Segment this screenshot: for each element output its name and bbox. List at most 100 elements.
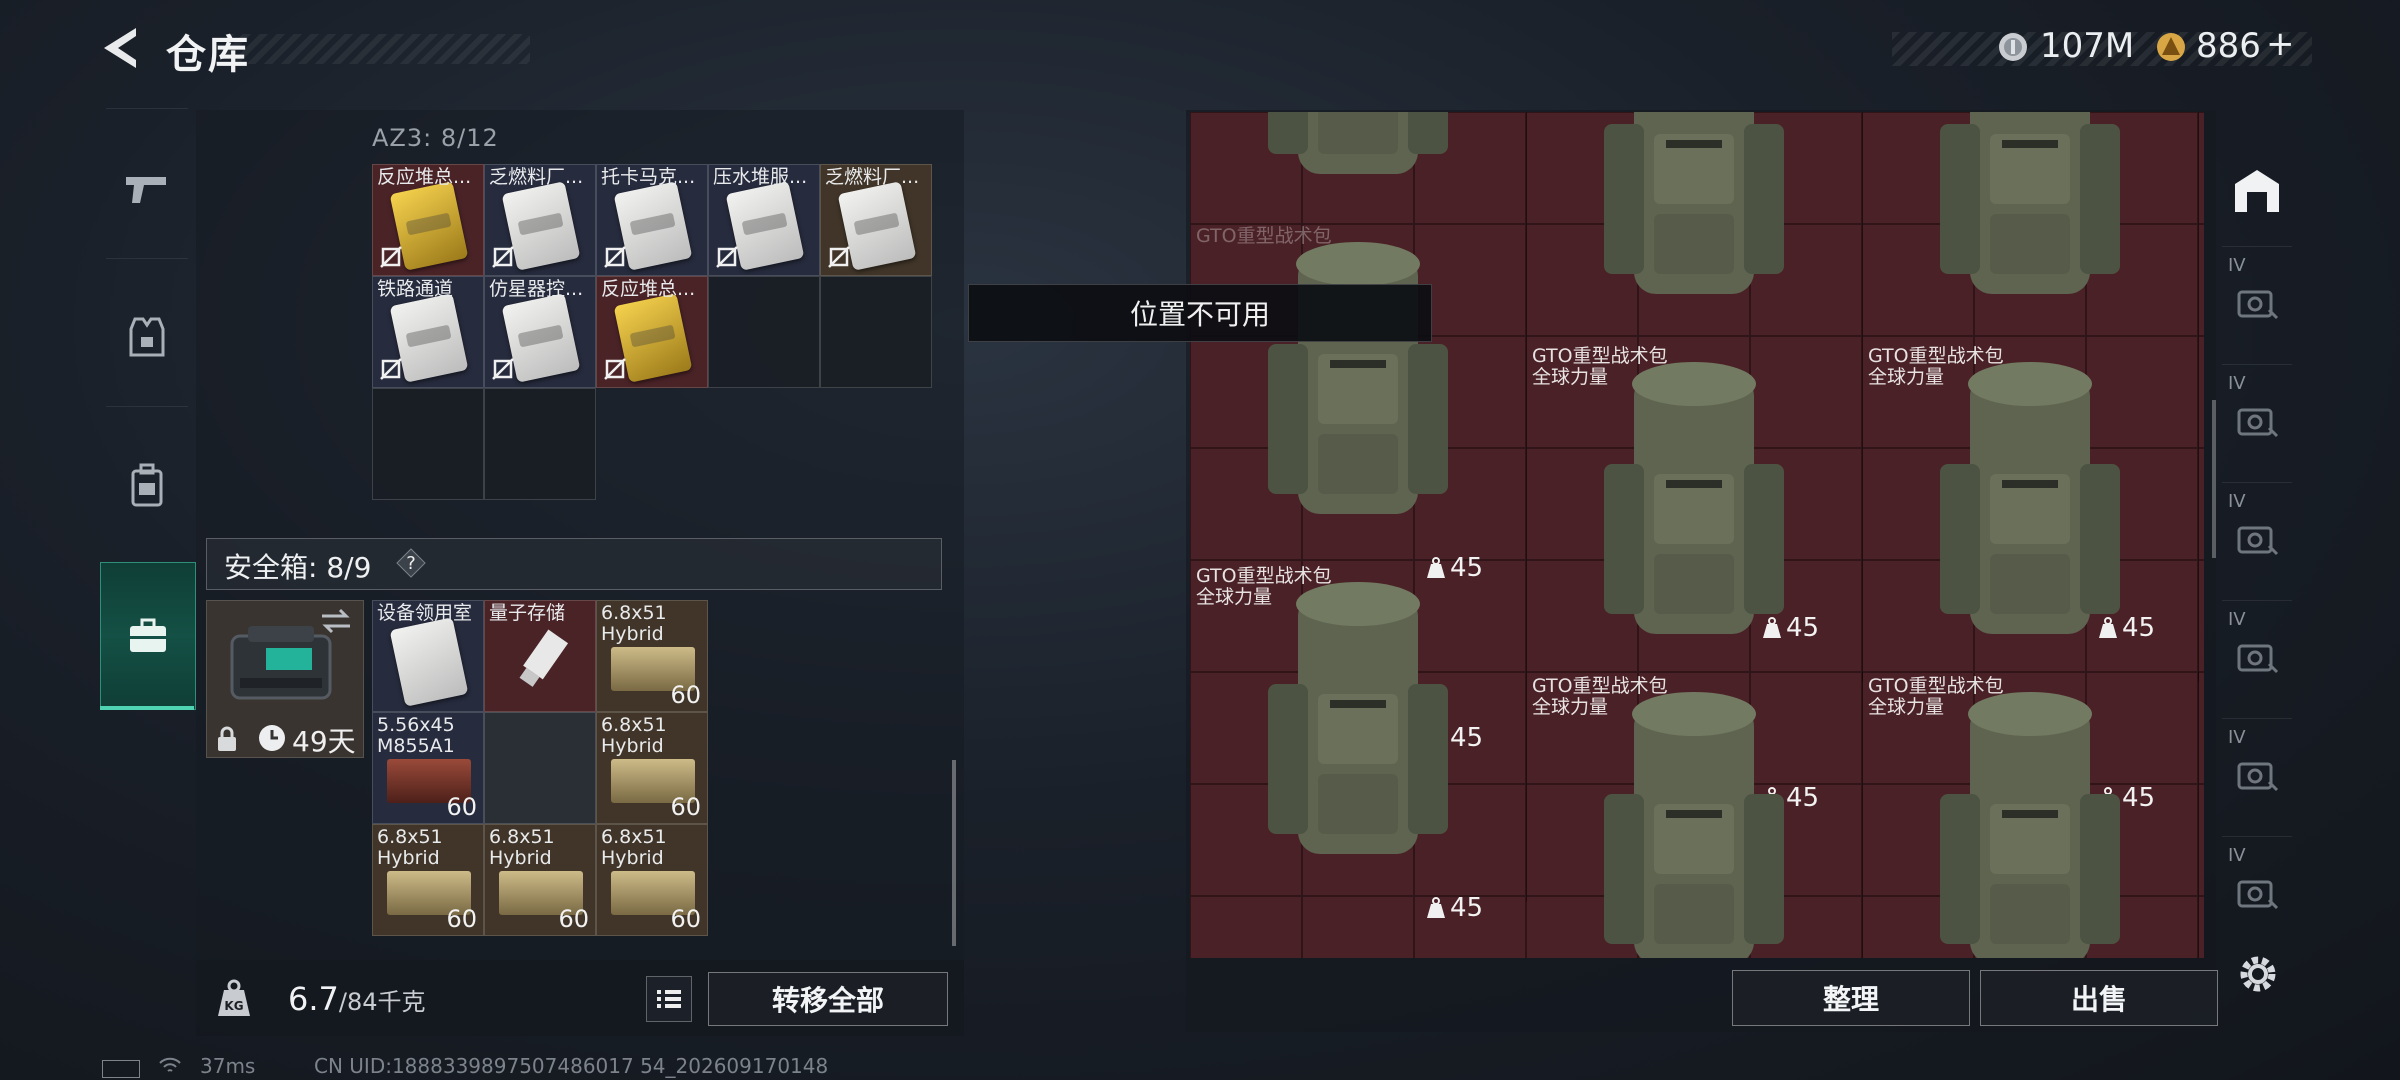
weight-current: 6.7 [288, 980, 339, 1018]
no-drop-icon [380, 246, 402, 268]
empty-slot[interactable] [484, 712, 596, 824]
container-item[interactable]: 仿星器控... [484, 276, 596, 388]
item-name: GTO重型战术包 全球力量 [1868, 675, 2004, 718]
svg-text:KG: KG [224, 999, 243, 1013]
stash-item[interactable]: GTO重型战术包 全球力量 [1526, 672, 1863, 958]
safebox-item[interactable]: 6.8x51 Hybrid 60 [596, 824, 708, 936]
rail-slot-weapon-repair[interactable]: IV [2222, 718, 2292, 829]
safebox-item[interactable]: 量子存储 [484, 600, 596, 712]
stash-slot[interactable] [1302, 896, 1414, 958]
item-name: 6.8x51 Hybrid [601, 827, 667, 869]
safebox-item[interactable]: 6.8x51 Hybrid 60 [484, 824, 596, 936]
item-name: 量子存储 [489, 603, 566, 624]
safebox-days: 49天 [292, 725, 356, 758]
tier-tag: IV [2228, 727, 2246, 748]
stash-slot[interactable] [1190, 896, 1302, 958]
gold-amount: 886 [2196, 26, 2261, 66]
no-drop-icon [380, 358, 402, 380]
empty-slot[interactable] [484, 388, 596, 500]
container-item[interactable]: 反应堆总... [372, 164, 484, 276]
silver-amount: 107M [2040, 26, 2135, 66]
count-value: 45 [2122, 957, 2155, 958]
safebox-label: 安全箱: 8/9 [224, 551, 372, 584]
no-drop-icon [492, 358, 514, 380]
weight-icon [1427, 897, 1445, 918]
safebox-item[interactable]: 6.8x51 Hybrid 60 [372, 824, 484, 936]
container-item[interactable]: 乏燃料厂... [484, 164, 596, 276]
backpack-image [1268, 582, 1448, 854]
container-item[interactable]: 铁路通道 [372, 276, 484, 388]
item-name: 托卡马克... [601, 167, 696, 188]
safebox-item[interactable]: 6.8x51 Hybrid 60 [596, 712, 708, 824]
backpack-image [1940, 692, 2120, 958]
item-name: 6.8x51 Hybrid [489, 827, 555, 869]
tier-tag: IV [2228, 845, 2246, 866]
item-name: GTO重型战术包 全球力量 [1868, 345, 2004, 388]
nav-weapon[interactable] [100, 124, 194, 254]
item-name: 反应堆总... [377, 167, 472, 188]
stash-item[interactable]: GTO重型战术包 全球力量 [1862, 342, 2199, 682]
nav-storage[interactable] [100, 562, 196, 710]
item-name: 仿星器控... [489, 279, 584, 300]
item-quantity: 60 [670, 681, 701, 709]
inventory-scrollbar[interactable] [952, 760, 956, 946]
home-stash-tab[interactable] [2222, 140, 2292, 240]
backpack-image [1604, 692, 1784, 958]
position-unavailable-tooltip: 位置不可用 [968, 284, 1432, 342]
stash-item[interactable]: GTO重型战术包 全球力量 [1190, 562, 1527, 902]
gold-coin-icon [2157, 33, 2185, 61]
battery-icon [102, 1060, 140, 1078]
rail-slot-helmet-repair[interactable]: IV [2222, 482, 2292, 593]
add-currency-button[interactable]: + [2266, 24, 2295, 64]
gear-icon[interactable] [2236, 952, 2280, 996]
safebox-item[interactable]: 5.56x45 M855A1 60 [372, 712, 484, 824]
list-view-button[interactable] [646, 976, 692, 1022]
safebox-item[interactable]: 6.8x51 Hybrid 60 [596, 600, 708, 712]
stash-item[interactable]: GTO重型战术包 全球力量 [1526, 342, 1863, 682]
container-item[interactable]: 乏燃料厂... [820, 164, 932, 276]
transfer-all-button[interactable]: 转移全部 [708, 972, 948, 1026]
no-drop-icon [716, 246, 738, 268]
keycard-image [389, 617, 469, 707]
sort-button[interactable]: 整理 [1732, 970, 1970, 1026]
stash-item[interactable]: GTO重型战术包 [1190, 222, 1527, 562]
back-arrow-icon[interactable] [100, 26, 142, 70]
nav-armor[interactable] [100, 272, 194, 402]
backpack-image [1268, 242, 1448, 514]
rail-slot-storage-expand[interactable]: IV [2222, 836, 2292, 947]
no-drop-icon [604, 358, 626, 380]
help-icon[interactable]: ? [396, 548, 426, 578]
stash-scrollbar[interactable] [2212, 400, 2216, 558]
rail-slot-vest-repair[interactable]: IV [2222, 600, 2292, 711]
backpack-image [1940, 112, 2120, 294]
empty-slot[interactable] [820, 276, 932, 388]
item-name: 反应堆总... [601, 279, 696, 300]
count-value: 45 [1786, 957, 1819, 958]
nav-backpack[interactable] [100, 420, 194, 550]
clock-icon [259, 725, 285, 751]
empty-slot[interactable] [708, 276, 820, 388]
rail-slot-add-medkit[interactable]: IV [2222, 246, 2292, 357]
stash-item[interactable]: GTO重型战术包 全球力量 [1862, 672, 2199, 958]
swap-icon[interactable] [320, 608, 352, 634]
container-item[interactable]: 反应堆总... [596, 276, 708, 388]
empty-slot[interactable] [372, 388, 484, 500]
no-drop-icon [604, 246, 626, 268]
stash-grid: 45 GTO重型战术包 45 GTO重型战术包 全球力量 45 45 GTO重型战术包 全球… [1190, 112, 2204, 958]
item-name: GTO重型战术包 全球力量 [1532, 345, 1668, 388]
tier-tag: IV [2228, 373, 2246, 394]
container-item[interactable]: 托卡马克... [596, 164, 708, 276]
item-quantity: 60 [446, 905, 477, 933]
sell-button[interactable]: 出售 [1980, 970, 2218, 1026]
tier-tag: IV [2228, 255, 2246, 276]
safebox-item[interactable]: 设备领用室 [372, 600, 484, 712]
backpack-icon [131, 463, 163, 507]
item-name: GTO重型战术包 全球力量 [1196, 565, 1332, 608]
item-name: 乏燃料厂... [489, 167, 584, 188]
container-item[interactable]: 压水堆服... [708, 164, 820, 276]
weight-readout: 6.7/84千克 [288, 980, 426, 1018]
rail-slot-armor-repair[interactable]: IV [2222, 364, 2292, 475]
item-name: 乏燃料厂... [825, 167, 920, 188]
item-quantity: 60 [670, 905, 701, 933]
item-name: 6.8x51 Hybrid [601, 715, 667, 757]
